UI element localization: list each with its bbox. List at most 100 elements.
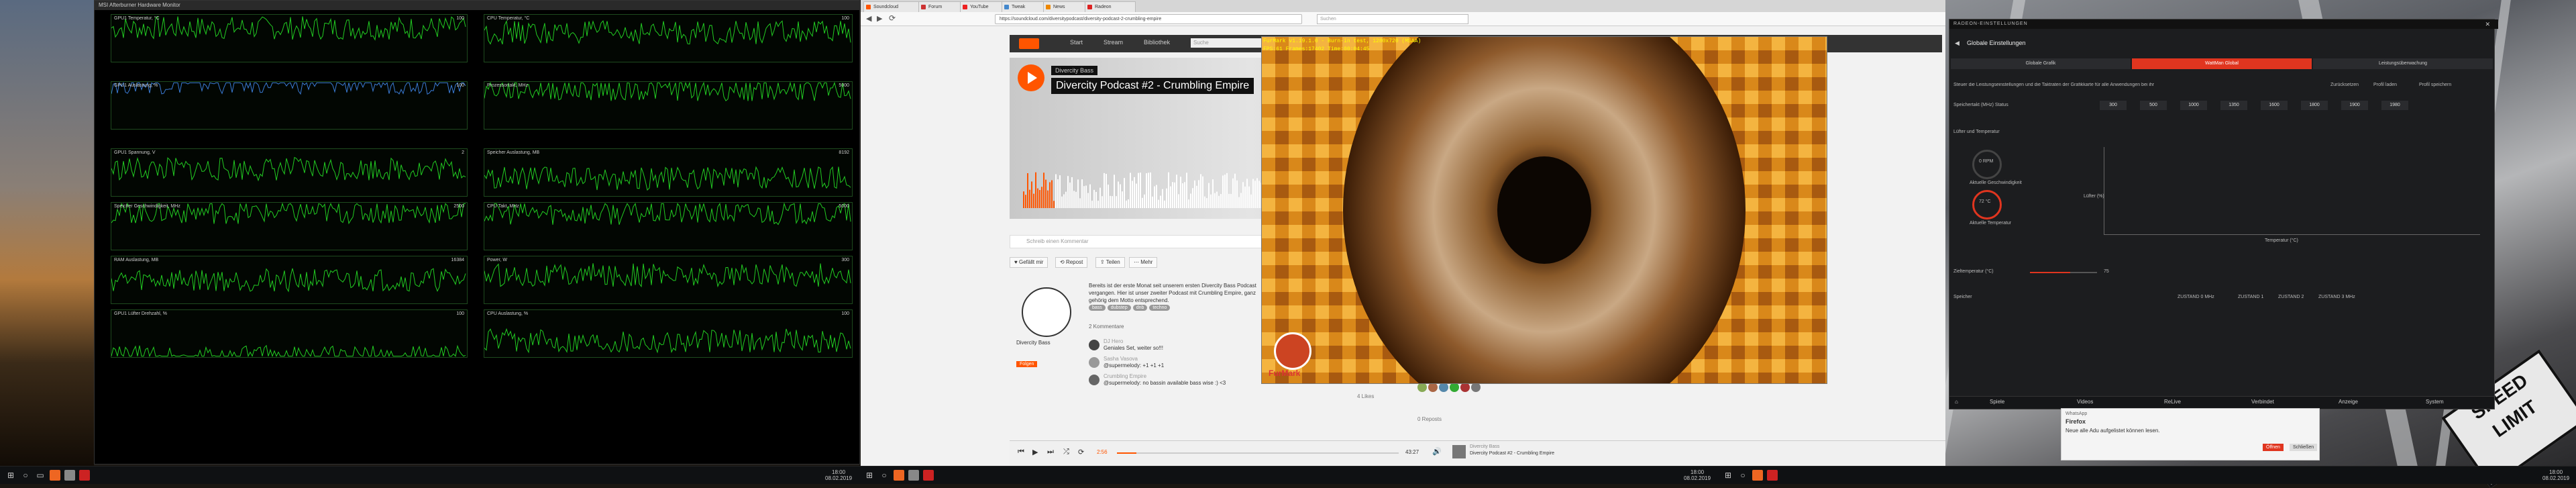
liker-avatar[interactable] [1417,383,1427,392]
windows-start-icon[interactable]: ⊞ [1723,470,1733,481]
reset-button[interactable]: Zurücksetzen [2330,83,2359,87]
browser-tab[interactable]: Radeon [1085,1,1136,12]
back-icon[interactable]: ◀ [866,14,871,23]
clock-left[interactable]: 18:00 08.02.2019 [825,469,852,481]
reload-icon[interactable]: ⟳ [889,13,896,23]
clock-state-chip[interactable]: 1000 [2180,101,2207,110]
liker-avatar[interactable] [1439,383,1448,392]
tag[interactable]: dubstep [1107,305,1131,311]
save-profile-button[interactable]: Profil speichern [2419,83,2451,87]
profile-avatar[interactable] [1022,287,1071,337]
close-icon[interactable]: ✕ [2485,21,2490,28]
target-temp-slider[interactable] [2030,272,2097,273]
graph-label: Prozessortakt, MHz [487,83,529,88]
tab-performance[interactable]: Leistungsüberwachung [2313,58,2493,69]
comment-avatar[interactable] [1089,357,1099,368]
forward-icon[interactable]: ▶ [877,14,882,23]
footer-display[interactable]: Anzeige [2339,399,2358,405]
next-icon[interactable]: ⏭ [1047,448,1054,456]
clock-state-chip[interactable]: 300 [2100,101,2127,110]
footer-games[interactable]: Spiele [1990,399,2004,405]
firefox-icon[interactable] [1752,470,1763,481]
load-profile-button[interactable]: Profil laden [2373,83,2397,87]
player-artwork[interactable] [1452,445,1466,458]
share-button[interactable]: ⇪ Teilen [1095,257,1125,268]
app-icon[interactable] [1767,470,1778,481]
mem-state[interactable]: ZUSTAND 3 MHz [2318,295,2355,299]
repost-button[interactable]: ⟲ Repost [1055,257,1088,268]
mem-state[interactable]: ZUSTAND 1 [2238,295,2263,299]
progress-bar[interactable] [1117,452,1399,454]
app-icon[interactable] [79,470,90,481]
windows-start-icon[interactable]: ⊞ [864,470,875,481]
clock-right[interactable]: 18:00 08.02.2019 [2542,469,2569,481]
nav-library[interactable]: Bibliothek [1144,39,1170,46]
tab-wattman[interactable]: WattMan Global [2132,58,2312,69]
hero-play-button[interactable] [1018,64,1044,91]
clock-state-chip[interactable]: 1980 [2381,101,2408,110]
clock-middle[interactable]: 18:00 08.02.2019 [1684,469,1711,481]
explorer-icon[interactable] [908,470,919,481]
mem-state[interactable]: ZUSTAND 0 MHz [2178,295,2214,299]
clock-state-chip[interactable]: 1900 [2341,101,2368,110]
tag[interactable]: bass [1089,305,1106,311]
back-icon[interactable]: ◀ [1955,40,1960,47]
play-icon[interactable]: ▶ [1032,448,1038,456]
clock-state-chip[interactable]: 1800 [2301,101,2328,110]
track-uploader[interactable]: Divercity Bass [1051,66,1098,75]
shuffle-icon[interactable]: ⤮ [1063,448,1069,456]
notification-toast[interactable]: WhatsApp Firefox Neue alle Adu aufgelist… [2061,408,2320,460]
tab-global-graphics[interactable]: Globale Grafik [1951,58,2131,69]
waveform-bar [1160,195,1161,208]
comment-user[interactable]: Sasha Vasova [1104,356,1138,362]
task-view-icon[interactable]: ▭ [35,470,46,481]
footer-relive[interactable]: ReLive [2164,399,2181,405]
liker-avatar[interactable] [1428,383,1438,392]
tag[interactable]: dnb [1132,305,1148,311]
liker-avatar[interactable] [1450,383,1459,392]
home-icon[interactable]: ⌂ [1955,399,1958,405]
liker-avatar[interactable] [1471,383,1481,392]
profile-name[interactable]: Divercity Bass [1016,340,1051,346]
comment-user[interactable]: Crumbling Empire [1104,373,1146,379]
search-icon[interactable]: ○ [879,470,890,481]
app-icon[interactable] [923,470,934,481]
footer-videos[interactable]: Videos [2077,399,2093,405]
notification-open-button[interactable]: Öffnen [2263,444,2284,451]
comment-item: DJ Hero Geniales Set, weiter so!!! [1089,338,1256,356]
prev-icon[interactable]: ⏮ [1018,448,1024,456]
search-icon[interactable]: ○ [20,470,31,481]
tag[interactable]: techno [1149,305,1171,311]
notification-close-button[interactable]: Schließen [2290,444,2318,451]
comment-avatar[interactable] [1089,340,1099,350]
explorer-icon[interactable] [64,470,75,481]
volume-icon[interactable]: 🔊 [1432,447,1442,456]
footer-connect[interactable]: Verbindet [2251,399,2274,405]
url-field[interactable]: https://soundcloud.com/diversitypodcast/… [995,14,1302,24]
clock-state-chip[interactable]: 1600 [2261,101,2288,110]
nav-start[interactable]: Start [1070,39,1083,46]
player-track[interactable]: Divercity Podcast #2 - Crumbling Empire [1470,451,1554,456]
soundcloud-logo[interactable] [1019,38,1039,49]
comment-avatar[interactable] [1089,375,1099,385]
comment-user[interactable]: DJ Hero [1104,338,1123,344]
footer-system[interactable]: System [2426,399,2444,405]
nav-stream[interactable]: Stream [1104,39,1123,46]
like-button[interactable]: ♥ Gefällt mir [1010,257,1049,268]
firefox-icon[interactable] [894,470,904,481]
waveform-bar [1025,195,1026,208]
clock-state-chip[interactable]: 1350 [2220,101,2247,110]
follow-button[interactable]: Folgen [1016,361,1038,367]
search-icon[interactable]: ○ [1737,470,1748,481]
clock-state-chip[interactable]: 500 [2140,101,2167,110]
browser-search-field[interactable]: Suchen [1317,14,1468,24]
windows-start-icon[interactable]: ⊞ [5,470,16,481]
repeat-icon[interactable]: ⟳ [1078,448,1084,456]
liker-avatar[interactable] [1460,383,1470,392]
firefox-icon[interactable] [50,470,60,481]
more-button[interactable]: ⋯ Mehr [1129,257,1158,268]
player-user[interactable]: Divercity Bass [1470,444,1499,449]
comment-input[interactable]: Schreib einen Kommentar [1010,235,1269,248]
mem-state[interactable]: ZUSTAND 2 [2278,295,2304,299]
fan-curve-chart[interactable] [2104,147,2480,235]
